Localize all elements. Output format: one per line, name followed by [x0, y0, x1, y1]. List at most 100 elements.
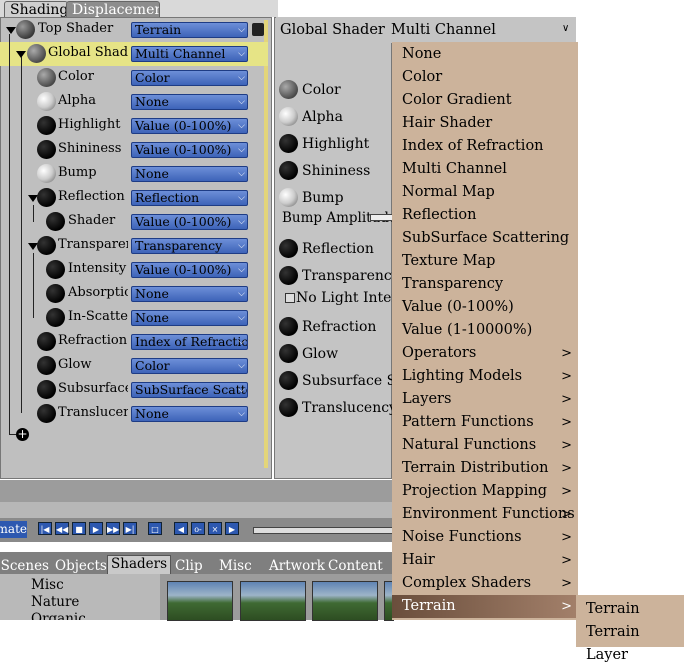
menu-item[interactable]: Color Gradient — [392, 89, 578, 112]
tab-scenes[interactable]: Scenes — [0, 558, 52, 574]
library-item-nature[interactable]: Nature — [31, 594, 79, 610]
menu-item[interactable]: Natural Functions > — [392, 434, 578, 457]
menu-item[interactable]: Hair > — [392, 549, 578, 572]
channel-transparency[interactable]: Transparency — [276, 264, 400, 288]
shader-type-dropdown[interactable]: None ⌵ — [131, 310, 248, 326]
channel-highlight[interactable]: Highlight — [276, 132, 392, 156]
tree-row[interactable]: Top Shader Terrain ⌵ — [0, 18, 268, 42]
prev-key-icon[interactable]: ◀ — [174, 522, 188, 535]
loop-icon[interactable]: □ — [148, 522, 162, 535]
channel-shininess[interactable]: Shininess — [276, 159, 392, 183]
tab-objects[interactable]: Objects — [52, 558, 110, 574]
menu-item[interactable]: Projection Mapping > — [392, 480, 578, 503]
animate-button[interactable]: Animate — [0, 521, 27, 538]
shader-type-dropdown[interactable]: None ⌵ — [131, 286, 248, 302]
key-icon[interactable]: o- — [191, 522, 205, 535]
timeline-bar[interactable] — [0, 480, 392, 502]
menu-item[interactable]: Environment Functions > — [392, 503, 578, 526]
menu-item[interactable]: None — [392, 43, 578, 66]
tab-clip[interactable]: Clip — [172, 558, 206, 574]
shader-thumbnail[interactable] — [167, 581, 233, 621]
add-shader-icon[interactable]: + — [16, 428, 29, 441]
fast-forward-icon[interactable]: ▶▶ — [106, 522, 120, 535]
stop-icon[interactable]: ■ — [72, 522, 86, 535]
tree-row[interactable]: Highlight Value (0-100%) ⌵ — [0, 114, 268, 138]
rewind-icon[interactable]: ◀◀ — [55, 522, 69, 535]
menu-item[interactable]: SubSurface Scattering — [392, 227, 578, 250]
channel-glow[interactable]: Glow — [276, 342, 392, 366]
expand-triangle-icon[interactable] — [6, 27, 16, 34]
menu-item[interactable]: Value (0-100%) — [392, 296, 578, 319]
menu-item[interactable]: Terrain Distribution > — [392, 457, 578, 480]
tree-row[interactable]: Shininess Value (0-100%) ⌵ — [0, 138, 268, 162]
tree-row[interactable]: Transparency Transparency ⌵ — [0, 234, 268, 258]
shader-type-dropdown[interactable]: Index of Refraction ⌵ — [131, 334, 248, 350]
shader-type-dropdown[interactable]: None ⌵ — [131, 166, 248, 182]
channel-reflection[interactable]: Reflection — [276, 237, 392, 261]
shader-type-dropdown[interactable]: SubSurface Scattering⌵ — [131, 382, 248, 398]
channel-subsurface[interactable]: Subsurface Scattering — [276, 369, 392, 393]
menu-item[interactable]: Complex Shaders > — [392, 572, 578, 595]
shader-type-dropdown[interactable]: Terrain ⌵ — [131, 22, 248, 38]
chevron-down-icon[interactable]: ∨ — [562, 23, 569, 34]
bump-amplitude-slider[interactable] — [370, 214, 394, 221]
shader-type-dropdown[interactable]: Color ⌵ — [131, 358, 248, 374]
menu-item[interactable]: Noise Functions > — [392, 526, 578, 549]
menu-item[interactable]: Normal Map — [392, 181, 578, 204]
menu-item[interactable]: Reflection — [392, 204, 578, 227]
tab-shaders[interactable]: Shaders — [107, 555, 172, 575]
go-end-icon[interactable]: ▶| — [123, 522, 137, 535]
tree-row[interactable]: Reflection Reflection ⌵ — [0, 186, 268, 210]
play-icon[interactable]: ▶ — [89, 522, 103, 535]
menu-item[interactable]: Value (1-10000%) — [392, 319, 578, 342]
next-key-icon[interactable]: ▶ — [225, 522, 239, 535]
shader-type-dropdown[interactable]: Multi Channel ⌵ — [131, 46, 248, 62]
tab-misc[interactable]: Misc — [216, 558, 255, 574]
tree-row[interactable]: Shader Value (0-100%) ⌵ — [0, 210, 268, 234]
time-slider[interactable] — [253, 527, 394, 534]
tab-artwork[interactable]: Artwork — [266, 558, 328, 574]
tree-row[interactable]: Translucency None ⌵ — [0, 402, 268, 426]
shader-thumbnail[interactable] — [240, 581, 306, 621]
shader-type-dropdown[interactable]: Color ⌵ — [131, 70, 248, 86]
global-shader-value[interactable]: Multi Channel — [391, 22, 496, 38]
menu-item[interactable]: Lighting Models > — [392, 365, 578, 388]
menu-item[interactable]: Texture Map — [392, 250, 578, 273]
shader-type-dropdown[interactable]: Transparency ⌵ — [131, 238, 248, 254]
menu-item[interactable]: Terrain > — [392, 595, 578, 618]
tree-row[interactable]: Global Shader Multi Channel ⌵ — [0, 42, 268, 66]
tree-row[interactable]: Intensity Value (0-100%) ⌵ — [0, 258, 268, 282]
shader-type-dropdown[interactable]: None ⌵ — [131, 94, 248, 110]
shader-type-dropdown[interactable]: Value (0-100%) ⌵ — [131, 142, 248, 158]
channel-alpha[interactable]: Alpha — [276, 105, 392, 129]
trash-icon[interactable] — [252, 23, 264, 36]
menu-item[interactable]: Layers > — [392, 388, 578, 411]
menu-item[interactable]: Color — [392, 66, 578, 89]
channel-color[interactable]: Color — [276, 78, 392, 102]
menu-item[interactable]: Transparency — [392, 273, 578, 296]
submenu-item[interactable]: Terrain — [576, 598, 684, 621]
delete-key-icon[interactable]: × — [208, 522, 222, 535]
channel-refraction[interactable]: Refraction — [276, 315, 392, 339]
shader-type-dropdown[interactable]: Value (0-100%) ⌵ — [131, 262, 248, 278]
tree-row[interactable]: Absorption None ⌵ — [0, 282, 268, 306]
tree-row[interactable]: Color Color ⌵ — [0, 66, 268, 90]
shader-type-dropdown[interactable]: None ⌵ — [131, 406, 248, 422]
shader-thumbnail[interactable] — [312, 581, 378, 621]
menu-item[interactable]: Operators > — [392, 342, 578, 365]
channel-translucency[interactable]: Translucency — [276, 396, 397, 420]
go-start-icon[interactable]: |◀ — [38, 522, 52, 535]
library-item-organic[interactable]: Organic — [31, 611, 86, 620]
library-item-misc[interactable]: Misc — [31, 577, 64, 593]
menu-item[interactable]: Index of Refraction — [392, 135, 578, 158]
menu-item[interactable]: Pattern Functions > — [392, 411, 578, 434]
submenu-item[interactable]: Terrain Layer — [576, 621, 684, 663]
shader-type-dropdown[interactable]: Reflection ⌵ — [131, 190, 248, 206]
menu-item[interactable]: Multi Channel — [392, 158, 578, 181]
tab-displacement[interactable]: Displacement — [66, 1, 160, 17]
shader-type-dropdown[interactable]: Value (0-100%) ⌵ — [131, 118, 248, 134]
tab-shading[interactable]: Shading — [4, 1, 68, 18]
channel-bump[interactable]: Bump — [276, 186, 392, 210]
tree-row[interactable]: Alpha None ⌵ — [0, 90, 268, 114]
tree-row[interactable]: Glow Color ⌵ — [0, 354, 268, 378]
